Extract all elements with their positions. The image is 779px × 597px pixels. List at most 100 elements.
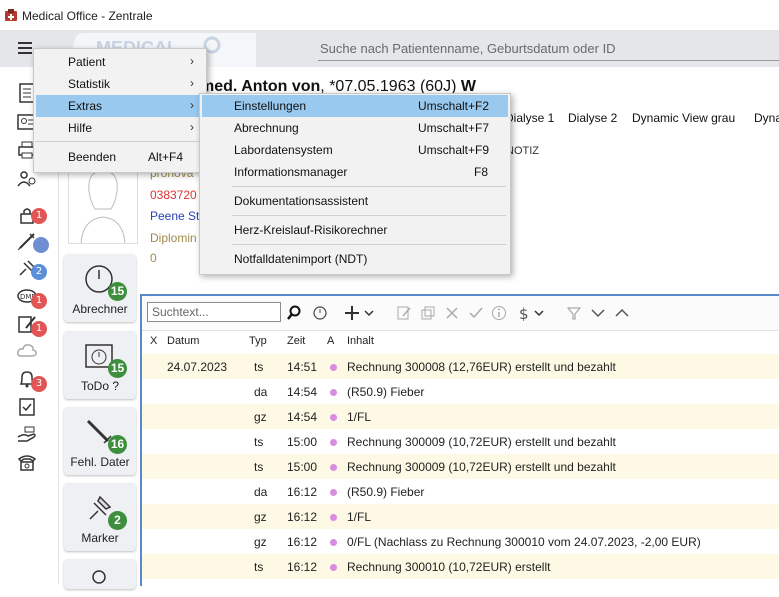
collapse-icon[interactable]: [614, 305, 630, 321]
row-marker-dot: [330, 389, 337, 396]
filter-icon[interactable]: [566, 305, 582, 321]
row-zeit: 14:54: [287, 410, 318, 424]
add-icon[interactable]: [344, 305, 360, 321]
search-icon[interactable]: [286, 305, 302, 321]
col-typ[interactable]: Typ: [249, 335, 267, 347]
row-zeit: 16:12: [287, 485, 318, 499]
row-typ: da: [254, 385, 268, 399]
row-marker-dot: [330, 489, 337, 496]
menu-item-dokumentationsassistent[interactable]: Dokumentationsassistent: [202, 190, 508, 212]
tile-users[interactable]: [64, 559, 136, 589]
menu-item-informationsmanager[interactable]: Informationsmanager F8: [202, 161, 508, 183]
journal-row[interactable]: ts 16:12 Rechnung 300010 (10,72EUR) erstel…: [142, 554, 779, 579]
tile-marker-label: Marker: [81, 531, 119, 545]
submenu-separator: [232, 215, 506, 216]
menu-item-labordatensystem[interactable]: Labordatensystem Umschalt+F9: [202, 139, 508, 161]
tile-fehl-daten-label: Fehl. Dater: [70, 455, 130, 469]
hand-money-icon[interactable]: [16, 423, 38, 445]
tab-dynamic-view-grau[interactable]: Dynamic View grau: [632, 111, 735, 125]
hamburger-menu-icon[interactable]: [18, 42, 32, 54]
patient-address[interactable]: Peene St: [150, 209, 199, 223]
journal-row[interactable]: gz 14:54 1/FL: [142, 404, 779, 429]
journal-row[interactable]: ts 15:00 Rechnung 300009 (10,72EUR) erstel…: [142, 454, 779, 479]
tab-dialyse-2[interactable]: Dialyse 2: [568, 111, 617, 125]
tile-abrechner-count: 15: [108, 282, 127, 301]
row-zeit: 14:54: [287, 385, 318, 399]
journal-row[interactable]: 24.07.2023 ts 14:51 Rechnung 300008 (12,76E…: [142, 354, 779, 379]
cloud-icon[interactable]: [16, 340, 38, 362]
patient-extra-value: 0: [150, 251, 157, 265]
col-zeit[interactable]: Zeit: [287, 335, 305, 347]
menu-item-patient[interactable]: Patient ›: [36, 51, 204, 73]
row-inhalt: 1/FL: [347, 410, 372, 424]
tile-fehl-daten-count: 16: [108, 435, 127, 454]
row-inhalt: Rechnung 300009 (10,72EUR) erstellt und …: [347, 435, 616, 449]
copy-icon: [421, 306, 435, 320]
col-datum[interactable]: Datum: [167, 335, 199, 347]
dollar-dropdown-icon[interactable]: [534, 305, 544, 321]
tile-todo-label: ToDo ?: [80, 379, 120, 393]
patient-occupation: Diplomin: [150, 231, 197, 245]
journal-search-input[interactable]: [147, 302, 281, 322]
row-typ: da: [254, 485, 268, 499]
users-icon: [92, 570, 106, 584]
row-marker-dot: [330, 564, 337, 571]
patient-search-input[interactable]: [318, 36, 779, 61]
menu-item-statistik[interactable]: Statistik ›: [36, 73, 204, 95]
row-typ: ts: [254, 360, 264, 374]
row-marker-dot: [330, 364, 337, 371]
expand-icon[interactable]: [590, 305, 606, 321]
tile-marker-count: 2: [108, 511, 127, 530]
menu-item-abrechnung[interactable]: Abrechnung Umschalt+F7: [202, 117, 508, 139]
row-inhalt: Rechnung 300009 (10,72EUR) erstellt und …: [347, 460, 616, 474]
dmp-badge: 1: [31, 293, 47, 309]
chevron-down-icon[interactable]: [364, 305, 374, 321]
row-inhalt: 1/FL: [347, 510, 372, 524]
row-zeit: 15:00: [287, 435, 318, 449]
checkmark-icon: [469, 307, 483, 319]
tile-marker[interactable]: 2 Marker: [64, 483, 136, 551]
history-icon[interactable]: [312, 305, 328, 321]
menu-item-einstellungen[interactable]: Einstellungen Umschalt+F2: [202, 95, 508, 117]
row-zeit: 16:12: [287, 535, 318, 549]
tile-fehl-daten[interactable]: 16 Fehl. Dater: [64, 407, 136, 475]
col-a[interactable]: A: [327, 335, 334, 347]
menu-item-notfalldatenimport[interactable]: Notfalldatenimport (NDT): [202, 248, 508, 270]
col-inhalt[interactable]: Inhalt: [347, 335, 374, 347]
row-inhalt: 0/FL (Nachlass zu Rechnung 300010 vom 24…: [347, 535, 701, 549]
telephone-icon[interactable]: [16, 451, 38, 473]
journal-row[interactable]: gz 16:12 1/FL: [142, 504, 779, 529]
bell-badge: 3: [31, 376, 47, 392]
row-typ: ts: [254, 435, 264, 449]
row-zeit: 16:12: [287, 510, 318, 524]
syringe-badge: [33, 237, 49, 253]
extras-submenu: Einstellungen Umschalt+F2 Abrechnung Umsch…: [199, 93, 511, 275]
menu-item-extras[interactable]: Extras ›: [36, 95, 204, 117]
journal-row[interactable]: gz 16:12 0/FL (Nachlass zu Rechnung 300010…: [142, 529, 779, 554]
col-x[interactable]: X: [150, 335, 157, 347]
dollar-icon[interactable]: $: [516, 305, 532, 321]
row-zeit: 15:00: [287, 460, 318, 474]
tab-dyna[interactable]: Dyna: [754, 111, 779, 125]
row-inhalt: Rechnung 300010 (10,72EUR) erstellt: [347, 560, 551, 574]
info-icon: [492, 306, 506, 320]
submenu-separator: [232, 186, 506, 187]
tile-todo[interactable]: 15 ToDo ?: [64, 331, 136, 399]
edit-icon: [397, 306, 411, 320]
tile-abrechner-label: Abrechner: [72, 302, 128, 316]
tile-abrechner[interactable]: 15 Abrechner: [64, 254, 136, 322]
journal-row[interactable]: ts 15:00 Rechnung 300009 (10,72EUR) erstel…: [142, 429, 779, 454]
menu-item-beenden[interactable]: Beenden Alt+F4: [36, 146, 204, 168]
clipboard-check-icon[interactable]: [16, 395, 38, 417]
journal-row[interactable]: da 14:54 (R50.9) Fieber: [142, 379, 779, 404]
tile-todo-count: 15: [108, 359, 127, 378]
menu-item-herz-kreislauf-risikorechner[interactable]: Herz-Kreislauf-Risikorechner: [202, 219, 508, 241]
tab-dialyse-1[interactable]: Dialyse 1: [505, 111, 554, 125]
row-marker-dot: [330, 439, 337, 446]
menu-item-hilfe[interactable]: Hilfe ›: [36, 117, 204, 139]
row-zeit: 14:51: [287, 360, 318, 374]
row-marker-dot: [330, 414, 337, 421]
row-typ: gz: [254, 510, 267, 524]
journal-row[interactable]: da 16:12 (R50.9) Fieber: [142, 479, 779, 504]
journal-header: X Datum Typ Zeit A Inhalt: [142, 332, 779, 352]
